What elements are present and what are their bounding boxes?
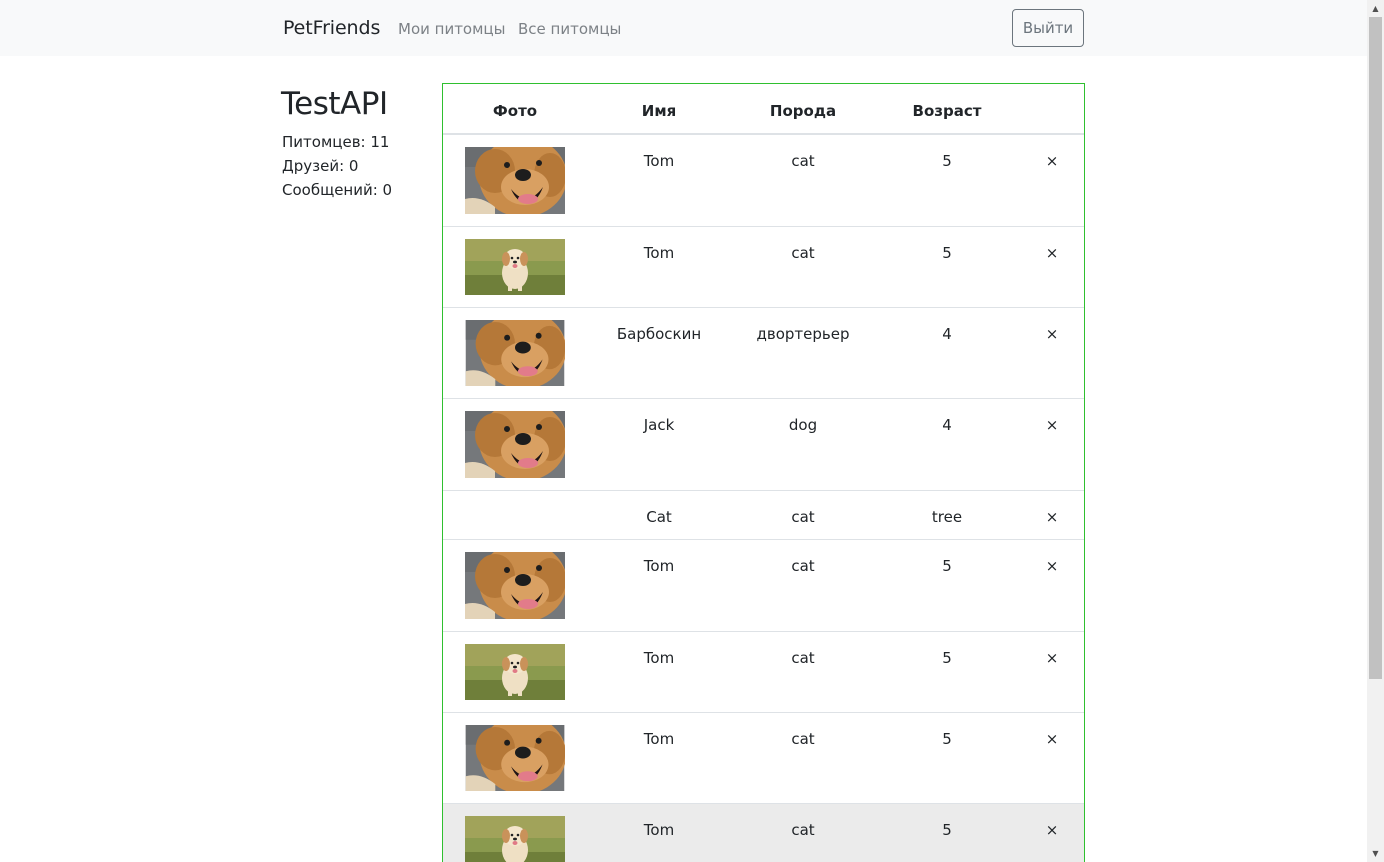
pet-photo [465,411,565,478]
delete-pet-icon[interactable]: × [1019,556,1085,576]
logout-button[interactable]: Выйти [1012,9,1084,47]
table-row: Tom cat 5 × [443,227,1084,308]
nav-link-all-pets[interactable]: Все питомцы [518,19,621,39]
pet-breed: cat [791,649,815,667]
scrollbar-thumb[interactable] [1369,17,1382,679]
pet-age: 5 [942,244,952,262]
delete-pet-icon[interactable]: × [1019,324,1085,344]
pet-age: 5 [942,152,952,170]
table-row: Tom cat 5 × [443,540,1084,632]
messages-count: Сообщений: 0 [282,181,393,199]
delete-pet-icon[interactable]: × [1019,151,1085,171]
nav-link-my-pets[interactable]: Мои питомцы [398,19,505,39]
pet-age: 5 [942,821,952,839]
pet-age: 5 [942,649,952,667]
pet-age: tree [931,508,963,526]
pet-breed: cat [791,821,815,839]
column-header-breed: Порода [769,102,837,120]
scroll-up-arrow-icon[interactable]: ▲ [1367,0,1384,17]
table-row: Tom cat 5 × [443,804,1084,862]
pet-breed: cat [791,152,815,170]
table-row: Jack dog 4 × [443,399,1084,491]
column-header-age: Возраст [912,102,982,120]
pet-name: Tom [643,821,675,839]
pet-name: Tom [643,557,675,575]
profile-username: TestAPI [281,86,388,122]
pet-photo [465,725,565,791]
pet-name: Tom [643,730,675,748]
delete-pet-icon[interactable]: × [1019,648,1085,668]
brand-logo-link[interactable]: PetFriends [283,16,380,40]
vertical-scrollbar[interactable]: ▲ ▼ [1367,0,1384,862]
scroll-down-arrow-icon[interactable]: ▼ [1367,845,1384,862]
pets-count: Питомцев: 11 [282,133,390,151]
page: PetFriends Мои питомцы Все питомцы Выйти… [0,0,1367,862]
pet-name: Tom [643,244,675,262]
pet-age: 4 [942,416,952,434]
pets-table: Фото Имя Порода Возраст Tom cat 5 × Tom … [442,83,1085,862]
friends-count: Друзей: 0 [282,157,359,175]
pet-name: Барбоскин [616,325,702,343]
pet-name: Jack [643,416,675,434]
pet-breed: cat [791,730,815,748]
pet-photo [465,239,565,295]
browser-viewport: PetFriends Мои питомцы Все питомцы Выйти… [0,0,1384,862]
navbar: PetFriends Мои питомцы Все питомцы Выйти [0,0,1367,56]
pet-photo [465,644,565,700]
delete-pet-icon[interactable]: × [1019,415,1085,435]
table-row: Барбоскин двортерьер 4 × [443,308,1084,399]
pet-photo [465,147,565,214]
table-row: Tom cat 5 × [443,713,1084,804]
table-row: Tom cat 5 × [443,632,1084,713]
pet-breed: двортерьер [756,325,850,343]
column-header-name: Имя [641,102,677,120]
table-row: Cat cat tree × [443,491,1084,540]
delete-pet-icon[interactable]: × [1019,729,1085,749]
delete-pet-icon[interactable]: × [1019,243,1085,263]
pet-age: 5 [942,730,952,748]
delete-pet-icon[interactable]: × [1019,820,1085,840]
pet-age: 5 [942,557,952,575]
pet-age: 4 [942,325,952,343]
pet-photo [465,816,565,862]
pet-name: Tom [643,649,675,667]
delete-pet-icon[interactable]: × [1019,507,1085,527]
pet-breed: cat [791,508,815,526]
pet-breed: cat [791,244,815,262]
column-header-photo: Фото [492,102,538,120]
pet-name: Cat [646,508,672,526]
pet-breed: cat [791,557,815,575]
pet-breed: dog [788,416,818,434]
pet-name: Tom [643,152,675,170]
pet-photo [465,320,565,386]
pet-photo [465,552,565,619]
table-row: Tom cat 5 × [443,135,1084,227]
